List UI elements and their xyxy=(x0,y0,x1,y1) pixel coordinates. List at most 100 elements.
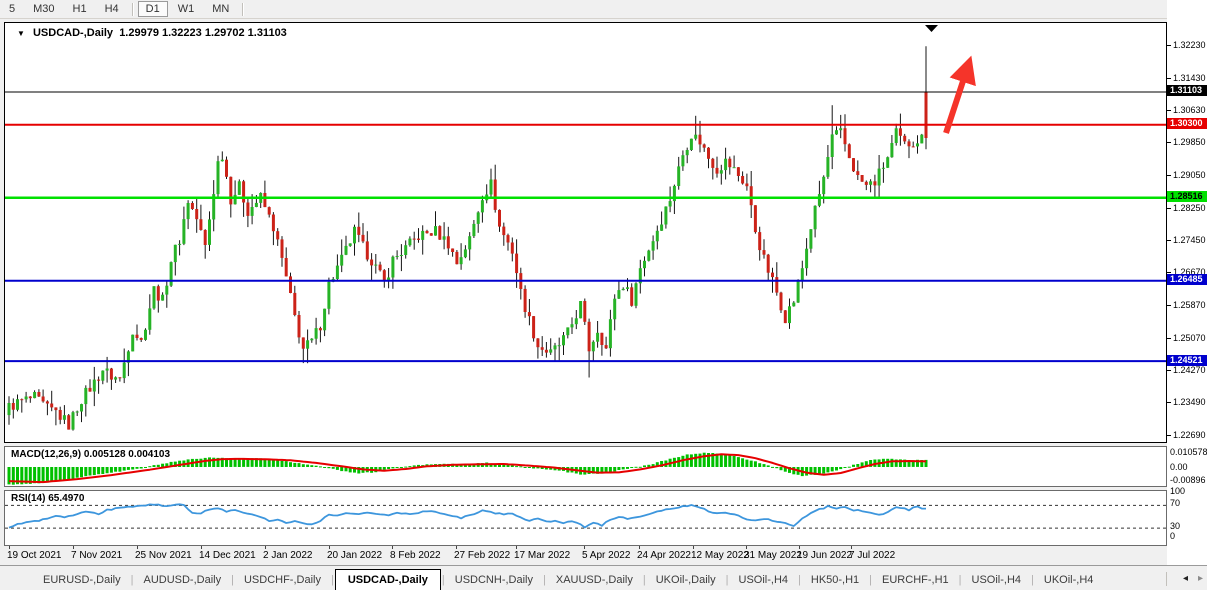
date-axis-label: 7 Nov 2021 xyxy=(71,550,122,561)
tab-hk50-h1[interactable]: HK50-,H1 xyxy=(802,570,868,590)
date-axis-label: 24 Apr 2022 xyxy=(637,550,691,561)
date-axis-tick xyxy=(693,546,694,549)
date-axis[interactable]: 19 Oct 20217 Nov 202125 Nov 202114 Dec 2… xyxy=(4,546,1167,565)
price-axis-tick xyxy=(1167,142,1171,143)
date-axis-tick xyxy=(516,546,517,549)
price-line-badge: 1.26485 xyxy=(1167,274,1207,285)
tab-eurchf-h1[interactable]: EURCHF-,H1 xyxy=(873,570,958,590)
collapse-triangle-icon[interactable]: ▼ xyxy=(17,29,25,38)
tab-scroll-arrows: ◂ ▸ xyxy=(1166,566,1203,590)
tab-scroll-right-icon[interactable]: ▸ xyxy=(1198,573,1203,584)
tab-eurusd-daily[interactable]: EURUSD-,Daily xyxy=(34,570,130,590)
tab-ukoil-h4[interactable]: UKOil-,H4 xyxy=(1035,570,1103,590)
tab-scroll-left-icon[interactable]: ◂ xyxy=(1183,573,1188,584)
price-axis-tick xyxy=(1167,272,1171,273)
date-axis-tick xyxy=(456,546,457,549)
rsi-axis-label: 0 xyxy=(1170,531,1175,541)
price-axis-label: 1.22690 xyxy=(1173,430,1206,440)
price-chart-panel[interactable]: ▼ USDCAD-,Daily 1.29979 1.32223 1.29702 … xyxy=(4,22,1167,443)
price-axis-tick xyxy=(1167,78,1171,79)
tab-arrows-divider xyxy=(1166,572,1167,586)
timeframe-button-5[interactable]: 5 xyxy=(1,1,23,17)
chart-ohlc-values: 1.29979 1.32223 1.29702 1.31103 xyxy=(119,27,287,39)
macd-label: MACD(12,26,9) 0.005128 0.004103 xyxy=(11,449,170,460)
chart-tabs-bar: EURUSD-,Daily|AUDUSD-,Daily|USDCHF-,Dail… xyxy=(0,565,1207,590)
price-axis-label: 1.24270 xyxy=(1173,365,1206,375)
price-axis-tick xyxy=(1167,435,1171,436)
date-axis-label: 19 Jun 2022 xyxy=(797,550,852,561)
date-axis-tick xyxy=(639,546,640,549)
timeframe-button-mn[interactable]: MN xyxy=(204,1,237,17)
price-axis-label: 1.27450 xyxy=(1173,235,1206,245)
price-axis[interactable]: 1.32230 1.31430 1.30630 1.29850 1.29050 1.282… xyxy=(1167,0,1207,565)
tab-usdcnh-daily[interactable]: USDCNH-,Daily xyxy=(446,570,542,590)
date-axis-tick xyxy=(329,546,330,549)
rsi-axis-label: 70 xyxy=(1170,498,1180,508)
price-axis-label: 1.28250 xyxy=(1173,203,1206,213)
tab-usdcad-daily[interactable]: USDCAD-,Daily xyxy=(335,569,441,590)
price-axis-tick xyxy=(1167,175,1171,176)
date-axis-tick xyxy=(851,546,852,549)
toolbar-separator xyxy=(242,3,243,16)
price-axis-tick xyxy=(1167,208,1171,209)
price-axis-tick xyxy=(1167,370,1171,371)
date-axis-tick xyxy=(799,546,800,549)
date-axis-label: 27 Feb 2022 xyxy=(454,550,510,561)
toolbar-separator xyxy=(132,3,133,16)
rsi-axis-label: 100 xyxy=(1170,486,1185,496)
timeframe-button-d1[interactable]: D1 xyxy=(138,1,168,17)
price-axis-label: 1.29850 xyxy=(1173,137,1206,147)
macd-axis-label: -0.00896 xyxy=(1170,475,1206,485)
date-axis-label: 2 Jan 2022 xyxy=(263,550,313,561)
tab-usdchf-daily[interactable]: USDCHF-,Daily xyxy=(235,570,330,590)
price-axis-tick xyxy=(1167,305,1171,306)
price-axis-label: 1.23490 xyxy=(1173,397,1206,407)
price-axis-label: 1.25070 xyxy=(1173,333,1206,343)
rsi-panel[interactable]: RSI(14) 65.4970 xyxy=(4,490,1167,546)
date-axis-tick xyxy=(73,546,74,549)
timeframe-button-h4[interactable]: H4 xyxy=(97,1,127,17)
price-axis-label: 1.25870 xyxy=(1173,300,1206,310)
mt4-window: 5M30H1H4 D1W1MN ▼ USDCAD-,Daily 1.29979 1… xyxy=(0,0,1207,590)
date-axis-tick xyxy=(201,546,202,549)
date-axis-tick xyxy=(584,546,585,549)
rsi-label: RSI(14) 65.4970 xyxy=(11,493,84,504)
date-axis-tick xyxy=(265,546,266,549)
macd-axis-label: 0.00 xyxy=(1170,462,1188,472)
price-line-badge: 1.31103 xyxy=(1167,85,1207,96)
macd-panel[interactable]: MACD(12,26,9) 0.005128 0.004103 xyxy=(4,446,1167,487)
price-axis-tick xyxy=(1167,110,1171,111)
price-axis-label: 1.29050 xyxy=(1173,170,1206,180)
tab-ukoil-daily[interactable]: UKOil-,Daily xyxy=(647,570,725,590)
date-axis-label: 14 Dec 2021 xyxy=(199,550,256,561)
price-line-badge: 1.28516 xyxy=(1167,191,1207,202)
date-axis-label: 12 May 2022 xyxy=(691,550,749,561)
macd-plot xyxy=(5,447,1166,486)
price-axis-label: 1.32230 xyxy=(1173,40,1206,50)
price-axis-tick xyxy=(1167,45,1171,46)
rsi-plot xyxy=(5,491,1166,545)
timeframe-toolbar: 5M30H1H4 D1W1MN xyxy=(0,0,1207,19)
price-line-badge: 1.30300 xyxy=(1167,118,1207,129)
price-axis-tick xyxy=(1167,338,1171,339)
date-axis-tick xyxy=(392,546,393,549)
price-axis-label: 1.30630 xyxy=(1173,105,1206,115)
candlestick-plot xyxy=(5,23,1166,442)
chart-title: ▼ USDCAD-,Daily 1.29979 1.32223 1.29702 … xyxy=(17,27,287,39)
price-line-badge: 1.24521 xyxy=(1167,355,1207,366)
tab-audusd-daily[interactable]: AUDUSD-,Daily xyxy=(134,570,230,590)
timeframe-button-w1[interactable]: W1 xyxy=(170,1,203,17)
chart-symbol-label: USDCAD-,Daily xyxy=(33,27,113,39)
price-axis-tick xyxy=(1167,402,1171,403)
date-axis-tick xyxy=(746,546,747,549)
tab-usoil-h4[interactable]: USOil-,H4 xyxy=(963,570,1031,590)
timeframe-button-m30[interactable]: M30 xyxy=(25,1,62,17)
macd-axis-label: 0.010578 xyxy=(1170,447,1207,457)
date-axis-label: 25 Nov 2021 xyxy=(135,550,192,561)
tab-xauusd-daily[interactable]: XAUUSD-,Daily xyxy=(547,570,642,590)
tab-usoil-h4[interactable]: USOil-,H4 xyxy=(730,570,798,590)
price-axis-label: 1.31430 xyxy=(1173,73,1206,83)
date-axis-label: 17 Mar 2022 xyxy=(514,550,570,561)
timeframe-button-h1[interactable]: H1 xyxy=(65,1,95,17)
price-axis-tick xyxy=(1167,240,1171,241)
